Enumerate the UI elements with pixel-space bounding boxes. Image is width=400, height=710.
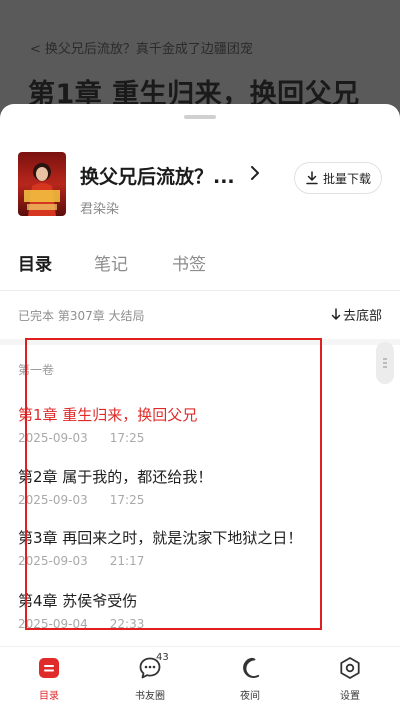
chapter-date: 2025-09-03: [18, 431, 88, 445]
chapter-timestamp: 2025-09-03 17:25: [18, 493, 388, 507]
batch-download-button[interactable]: 批量下载: [294, 162, 382, 194]
sheet-tabs: 目录 笔记 书签: [0, 240, 400, 290]
chapter-title: 第3章 再回来之时，就是沈家下地狱之日！: [18, 529, 303, 547]
nav-settings[interactable]: 设置: [320, 655, 380, 702]
chevron-left-icon: <: [30, 42, 41, 57]
chapter-item[interactable]: 第2章 属于我的，都还给我！ 2025-09-03 17:25: [18, 466, 388, 507]
settings-icon: [340, 657, 360, 679]
chapter-title: 第4章 苏侯爷受伤: [18, 592, 138, 610]
notification-badge: 43: [156, 652, 169, 663]
scrollbar-thumb[interactable]: [376, 342, 394, 384]
moon-icon: [243, 657, 260, 678]
catalog-status-row: 已完本 第307章 大结局 去底部: [0, 291, 400, 339]
chapter-time: 22:33: [109, 617, 145, 631]
chapter-item[interactable]: 第4章 苏侯爷受伤 2025-09-04 22:33: [18, 590, 388, 631]
chapter-time: 21:17: [109, 554, 145, 568]
chapter-date: 2025-09-03: [18, 493, 88, 507]
catalog-sheet: 换父兄后流放？... 君染染 批量下载 目录 笔记 书签 已完本 第307章 大…: [0, 104, 400, 710]
nav-night-mode[interactable]: 夜间: [220, 655, 280, 702]
tab-catalog[interactable]: 目录: [18, 250, 52, 275]
batch-download-label: 批量下载: [322, 171, 371, 186]
chevron-right-icon[interactable]: [246, 164, 264, 182]
book-author: 君染染: [80, 202, 120, 217]
catalog-icon: [39, 658, 59, 678]
completion-status: 已完本 第307章 大结局: [18, 309, 145, 323]
section-divider: [0, 339, 400, 345]
tab-notes[interactable]: 笔记: [94, 250, 128, 275]
bottom-nav: 目录 43 书友圈 夜间 设置: [0, 646, 400, 710]
book-title[interactable]: 换父兄后流放？...: [80, 162, 235, 189]
chapter-time: 17:25: [109, 493, 145, 507]
book-cover[interactable]: [18, 152, 66, 216]
nav-reader-circle[interactable]: 43 书友圈: [120, 652, 180, 702]
chapter-item[interactable]: 第1章 重生归来，换回父兄 2025-09-03 17:25: [18, 404, 388, 445]
nav-settings-label: 设置: [340, 691, 360, 702]
chapter-time: 17:25: [109, 431, 145, 445]
sheet-drag-handle[interactable]: [184, 115, 216, 119]
nav-reader-circle-label: 书友圈: [135, 691, 165, 702]
nav-catalog-label: 目录: [39, 691, 59, 702]
book-cover-art: [18, 152, 66, 216]
reader-breadcrumb-text: 换父兄后流放？真千金成了边疆团宠: [44, 42, 253, 57]
reader-breadcrumb[interactable]: < 换父兄后流放？真千金成了边疆团宠: [30, 38, 253, 57]
chapter-item[interactable]: 第3章 再回来之时，就是沈家下地狱之日！ 2025-09-03 21:17: [18, 527, 388, 568]
go-to-bottom-button[interactable]: 去底部: [331, 305, 382, 324]
tab-bookmarks[interactable]: 书签: [172, 250, 206, 275]
chapter-title: 第1章 重生归来，换回父兄: [18, 406, 198, 424]
download-icon: [306, 171, 318, 185]
go-to-bottom-label: 去底部: [342, 309, 382, 324]
nav-night-mode-label: 夜间: [240, 691, 260, 702]
volume-label: 第一卷: [18, 363, 55, 377]
chapter-timestamp: 2025-09-03 21:17: [18, 554, 388, 568]
chapter-timestamp: 2025-09-04 22:33: [18, 617, 388, 631]
chapter-date: 2025-09-04: [18, 617, 88, 631]
chapter-timestamp: 2025-09-03 17:25: [18, 431, 388, 445]
chapter-date: 2025-09-03: [18, 554, 88, 568]
nav-catalog[interactable]: 目录: [19, 655, 79, 702]
arrow-down-icon: [331, 308, 341, 320]
chapter-title: 第2章 属于我的，都还给我！: [18, 468, 213, 486]
